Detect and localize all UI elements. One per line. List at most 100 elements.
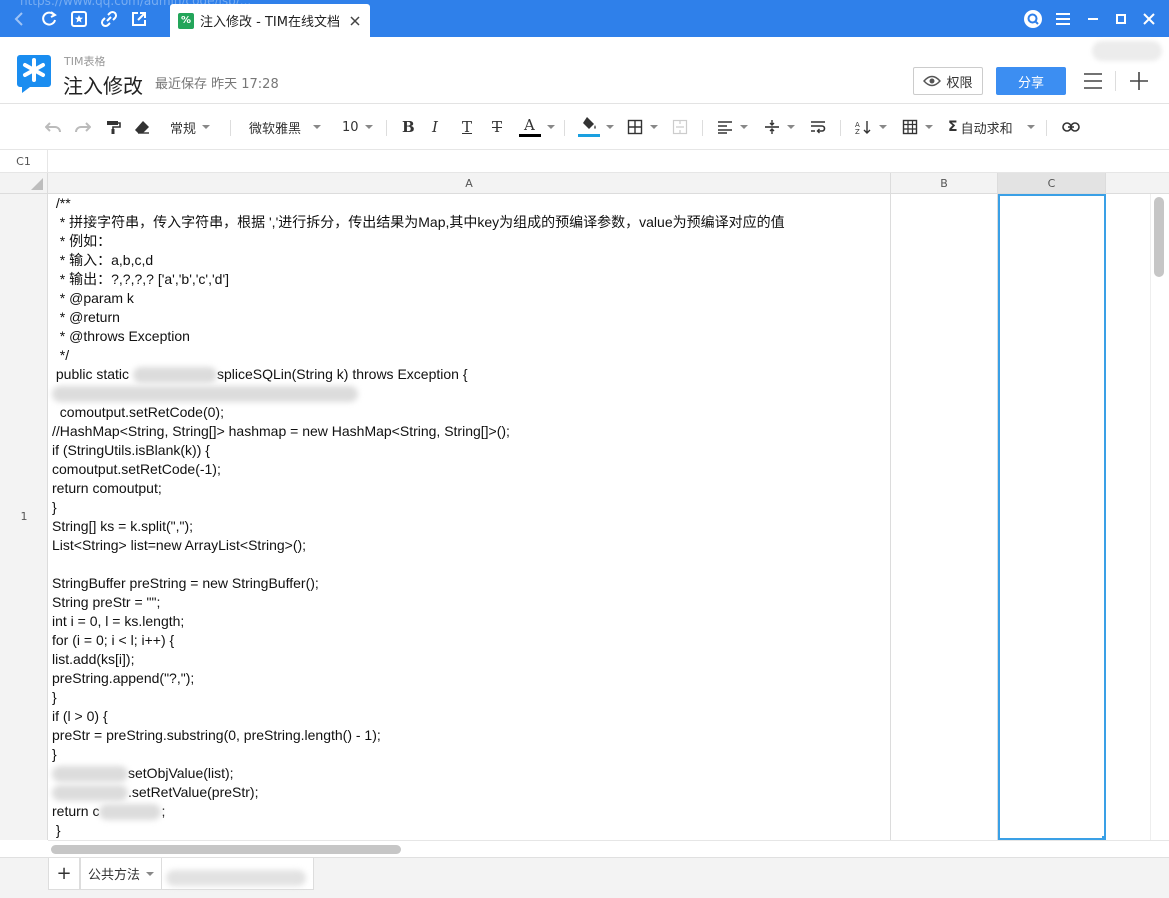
back-icon[interactable] <box>8 8 30 30</box>
window-close-icon[interactable] <box>1138 8 1160 30</box>
format-painter-icon[interactable] <box>104 116 122 138</box>
browser-tab[interactable]: % 注入修改 - TIM在线文档 <box>170 4 370 37</box>
share-out-icon[interactable] <box>128 8 150 30</box>
vertical-scroll-thumb[interactable] <box>1154 197 1164 277</box>
cell-a1[interactable]: /** * 拼接字符串，传入字符串，根据 ','进行拆分，传出结果为Map,其中… <box>48 194 891 840</box>
code-text: setObjValue(list); <box>128 765 234 781</box>
autosum-button[interactable]: Σ 自动求和 <box>948 116 1035 138</box>
undo-icon[interactable] <box>44 116 62 138</box>
bookmark-icon[interactable] <box>68 8 90 30</box>
svg-text:Z: Z <box>855 128 860 135</box>
chevron-down-icon <box>740 125 748 129</box>
code-line <box>52 384 358 403</box>
code-line: comoutput.setRetCode(-1); <box>52 461 221 477</box>
cell-c1-selected[interactable] <box>998 194 1108 842</box>
font-family-dropdown[interactable]: 微软雅黑 <box>249 116 322 138</box>
column-header-a[interactable]: A <box>48 173 891 193</box>
document-title[interactable]: 注入修改 <box>63 70 143 99</box>
browser-title-bar: https://www.qq.com/admin/code/jsp/... % … <box>0 0 1169 37</box>
code-line: return c; <box>52 802 165 821</box>
code-line: } <box>52 689 57 705</box>
code-line: String preStr = ""; <box>52 594 161 610</box>
horizontal-scroll-thumb[interactable] <box>51 845 401 854</box>
chevron-down-icon <box>1026 125 1035 129</box>
cell-reference[interactable]: C1 <box>0 150 48 172</box>
user-avatar[interactable] <box>1092 41 1162 61</box>
redacted-block <box>132 367 217 384</box>
code-line: * 拼接字符串，传入字符串，根据 ','进行拆分，传出结果为Map,其中key为… <box>52 214 785 230</box>
code-line: */ <box>52 347 70 363</box>
column-header-b[interactable]: B <box>891 173 998 193</box>
redacted-block <box>99 804 162 821</box>
sheet-tab-active[interactable]: 公共方法 <box>80 858 162 890</box>
paint-bucket-icon <box>583 117 596 129</box>
chevron-down-icon <box>787 125 795 129</box>
underline-button[interactable]: T <box>462 116 472 138</box>
italic-button[interactable]: I <box>432 116 438 138</box>
redacted-block <box>52 766 128 783</box>
bold-button[interactable]: B <box>402 116 415 138</box>
chevron-down-icon <box>547 125 555 129</box>
share-button[interactable]: 分享 <box>996 67 1066 95</box>
number-format-dropdown[interactable]: 常规 <box>170 116 211 138</box>
code-line: * 输出：?,?,?,? ['a','b','c','d'] <box>52 271 230 287</box>
refresh-icon[interactable] <box>38 8 60 30</box>
table-format-button[interactable] <box>901 116 933 138</box>
horizontal-align-button[interactable] <box>716 116 748 138</box>
align-left-icon <box>718 121 732 134</box>
select-all-corner[interactable] <box>0 173 48 193</box>
column-header-bar: A B C <box>0 173 1169 194</box>
code-line: * @return <box>52 309 120 325</box>
cell-d1[interactable] <box>1106 194 1150 840</box>
redo-icon[interactable] <box>74 116 92 138</box>
chevron-down-icon <box>650 125 658 129</box>
chevron-down-icon <box>879 125 887 129</box>
column-header-d[interactable] <box>1106 173 1150 193</box>
redacted-block <box>52 785 128 802</box>
permission-button[interactable]: 权限 <box>913 67 983 95</box>
row-header-1[interactable]: 1 <box>0 510 48 523</box>
code-line: if (l > 0) { <box>52 708 108 724</box>
vertical-align-button[interactable] <box>763 116 795 138</box>
fill-color-button[interactable] <box>578 116 614 138</box>
merge-cells-icon[interactable] <box>671 116 689 138</box>
vertical-scrollbar[interactable] <box>1150 194 1169 840</box>
borders-button[interactable] <box>626 116 658 138</box>
cell-b1[interactable] <box>891 194 998 840</box>
code-line: if (StringUtils.isBlank(k)) { <box>52 442 210 458</box>
link-icon[interactable] <box>98 8 120 30</box>
horizontal-scrollbar[interactable] <box>48 840 1169 857</box>
hyperlink-icon[interactable] <box>1062 116 1080 138</box>
minimize-icon[interactable] <box>1082 8 1104 30</box>
format-toolbar: 常规 微软雅黑 10 B I T T A A Z Σ 自动求和 <box>0 104 1169 150</box>
chevron-down-icon <box>202 125 211 129</box>
toolbar-divider <box>230 120 231 136</box>
maximize-icon[interactable] <box>1110 8 1132 30</box>
wrap-text-icon[interactable] <box>809 116 827 138</box>
font-size-dropdown[interactable]: 10 <box>342 116 373 138</box>
menu-icon[interactable] <box>1052 8 1074 30</box>
chevron-down-icon[interactable] <box>146 871 155 876</box>
chevron-down-icon <box>364 125 373 129</box>
eraser-icon[interactable] <box>133 116 151 138</box>
code-line: preStr = preString.substring(0, preStrin… <box>52 727 381 743</box>
sort-button[interactable]: AZ <box>855 116 887 138</box>
toolbar-divider <box>1046 120 1047 136</box>
code-line: return comoutput; <box>52 480 162 496</box>
plus-icon[interactable] <box>1128 70 1150 92</box>
add-sheet-button[interactable]: + <box>48 858 80 890</box>
hamburger-menu-icon[interactable] <box>1082 71 1104 91</box>
close-icon[interactable] <box>346 12 364 30</box>
font-color-button[interactable]: A <box>519 116 555 138</box>
code-line: .setRetValue(preStr); <box>52 783 258 802</box>
save-status: 最近保存 昨天 17:28 <box>155 77 279 92</box>
table-icon <box>902 119 918 135</box>
strikethrough-button[interactable]: T <box>492 116 502 138</box>
chevron-down-icon <box>925 125 933 129</box>
font-color-letter: A <box>524 116 535 134</box>
toolbar-divider <box>840 120 841 136</box>
code-line: StringBuffer preString = new StringBuffe… <box>52 575 319 591</box>
search-icon[interactable] <box>1022 8 1044 30</box>
code-line: comoutput.setRetCode(0); <box>52 404 224 420</box>
column-header-c[interactable]: C <box>998 173 1106 193</box>
